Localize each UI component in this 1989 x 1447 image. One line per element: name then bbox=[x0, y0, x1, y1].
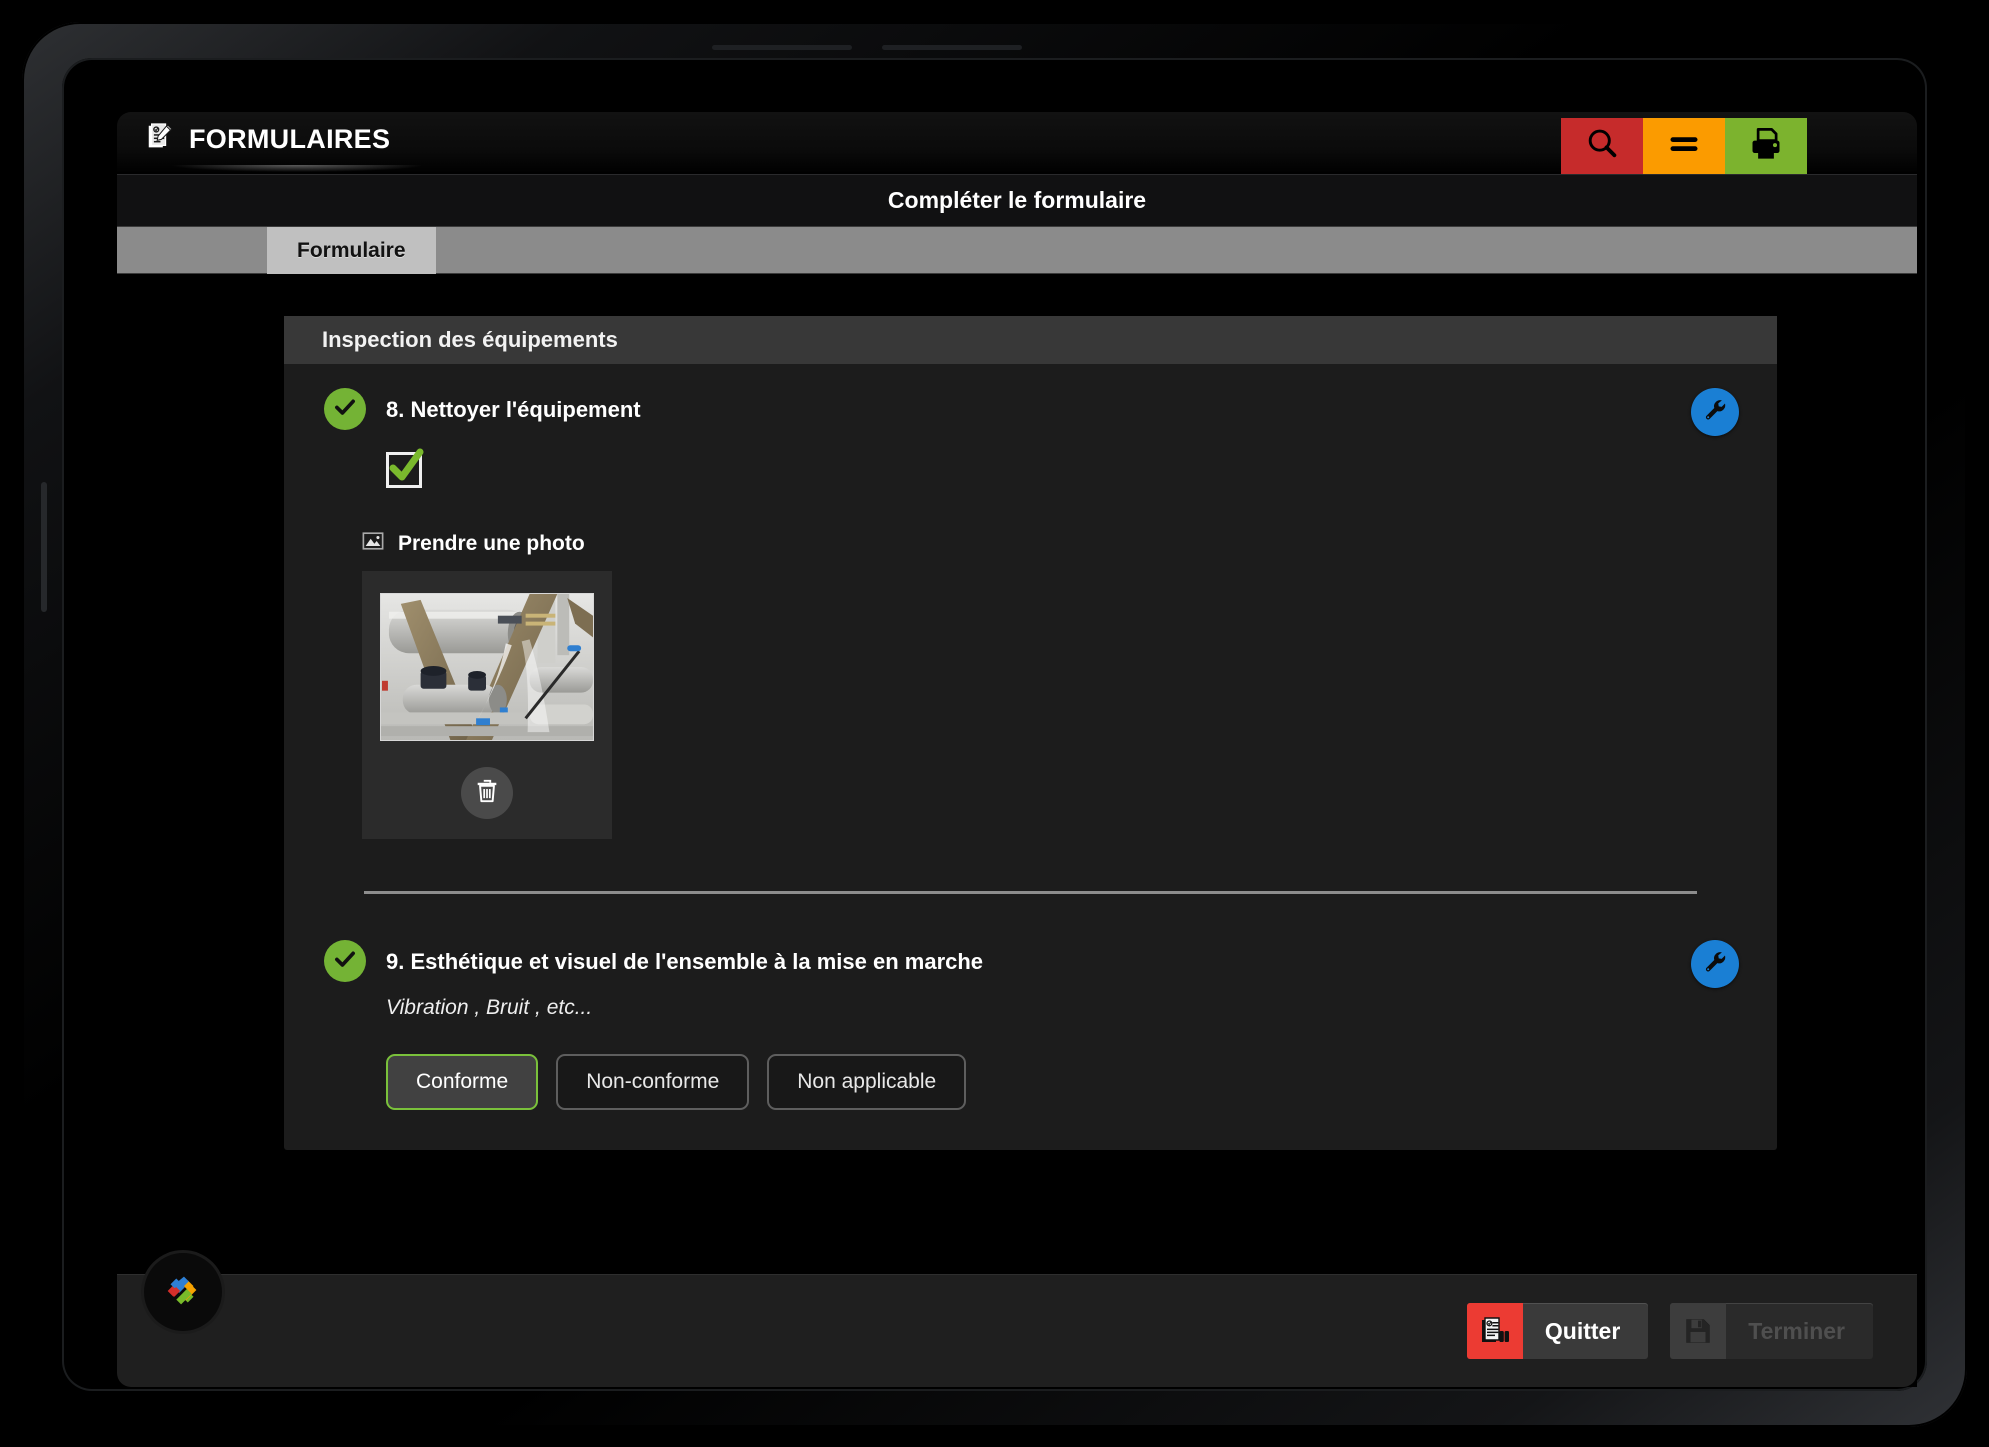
menu-button[interactable] bbox=[1643, 118, 1725, 174]
finish-button-label: Terminer bbox=[1748, 1317, 1845, 1344]
photo-delete-button[interactable] bbox=[461, 767, 513, 819]
choice-non-conforme[interactable]: Non-conforme bbox=[556, 1054, 750, 1110]
choice-conforme-label: Conforme bbox=[416, 1070, 509, 1093]
choice-non-applicable-label: Non applicable bbox=[797, 1070, 937, 1093]
choice-conforme[interactable]: Conforme bbox=[386, 1054, 539, 1110]
form-card: Inspection des équipements 8. Nettoyer l… bbox=[284, 316, 1777, 1150]
image-icon bbox=[362, 530, 384, 557]
app-screen: FORMULAIRES Compléter le formulaire Form… bbox=[117, 112, 1917, 1387]
section-header: Inspection des équipements bbox=[284, 316, 1777, 364]
device-speaker-grille bbox=[712, 45, 852, 50]
question-9-edit-button[interactable] bbox=[1691, 940, 1739, 988]
page-title: Compléter le formulaire bbox=[887, 187, 1147, 213]
app-header: FORMULAIRES bbox=[117, 112, 1917, 175]
tab-formulaire-label: Formulaire bbox=[297, 239, 406, 262]
wrench-icon bbox=[1702, 949, 1728, 980]
choice-non-applicable[interactable]: Non applicable bbox=[767, 1054, 967, 1110]
tab-bar: Formulaire bbox=[117, 226, 1917, 275]
question-block-8: 8. Nettoyer l'équipement Prendre une pho… bbox=[284, 364, 1777, 904]
check-circle-icon bbox=[332, 394, 358, 425]
photo-thumbnail[interactable] bbox=[380, 593, 594, 741]
question-8-title: 8. Nettoyer l'équipement bbox=[386, 397, 641, 422]
search-button[interactable] bbox=[1561, 118, 1643, 174]
tab-formulaire[interactable]: Formulaire bbox=[267, 227, 436, 275]
question-8-edit-button[interactable] bbox=[1691, 388, 1739, 436]
page-title-bar: Compléter le formulaire bbox=[117, 174, 1917, 226]
photo-drop-zone[interactable] bbox=[362, 571, 612, 839]
print-button[interactable] bbox=[1725, 118, 1807, 174]
question-9-header: 9. Esthétique et visuel de l'ensemble à … bbox=[324, 940, 1737, 982]
check-circle-icon bbox=[332, 946, 358, 977]
app-title: FORMULAIRES bbox=[189, 124, 391, 154]
device-speaker-grille bbox=[882, 45, 1022, 50]
section-title: Inspection des équipements bbox=[322, 327, 618, 352]
question-9-status-badge bbox=[324, 940, 366, 982]
quit-button-label: Quitter bbox=[1544, 1317, 1621, 1344]
wrench-icon bbox=[1702, 397, 1728, 428]
trash-icon bbox=[474, 778, 500, 809]
question-9-subtitle: Vibration , Bruit , etc... bbox=[386, 996, 593, 1019]
question-9-choice-group: Conforme Non-conforme Non applicable bbox=[386, 1054, 1737, 1110]
question-8-header: 8. Nettoyer l'équipement bbox=[324, 388, 1737, 430]
form-content-area[interactable]: Inspection des équipements 8. Nettoyer l… bbox=[117, 274, 1917, 1274]
document-exit-icon bbox=[1466, 1303, 1523, 1359]
app-logo-button[interactable] bbox=[144, 1253, 222, 1331]
device-side-button[interactable] bbox=[41, 482, 47, 612]
tablet-device-frame: FORMULAIRES Compléter le formulaire Form… bbox=[22, 22, 1967, 1427]
form-clipboard-icon bbox=[145, 122, 175, 157]
finish-button: Terminer bbox=[1670, 1303, 1873, 1359]
question-block-9: 9. Esthétique et visuel de l'ensemble à … bbox=[284, 904, 1777, 1150]
header-action-bar bbox=[1561, 118, 1807, 174]
bottom-bar: Quitter Terminer bbox=[117, 1253, 1917, 1387]
checkmark-icon bbox=[384, 444, 428, 488]
question-8-photo-field: Prendre une photo bbox=[362, 530, 1737, 839]
photo-field-label: Prendre une photo bbox=[398, 531, 585, 555]
save-floppy-icon bbox=[1670, 1303, 1727, 1359]
search-icon bbox=[1584, 126, 1620, 167]
bottom-action-group: Quitter Terminer bbox=[1466, 1303, 1873, 1359]
menu-icon bbox=[1666, 126, 1702, 167]
quit-button[interactable]: Quitter bbox=[1466, 1303, 1649, 1359]
app-title-group: FORMULAIRES bbox=[145, 122, 390, 157]
question-9-title: 9. Esthétique et visuel de l'ensemble à … bbox=[386, 949, 984, 974]
question-8-status-badge bbox=[324, 388, 366, 430]
choice-non-conforme-label: Non-conforme bbox=[586, 1070, 720, 1093]
question-divider bbox=[364, 891, 1697, 894]
printer-icon bbox=[1748, 126, 1784, 167]
question-8-checkbox[interactable] bbox=[386, 448, 424, 488]
app-logo-icon bbox=[160, 1267, 206, 1318]
photo-label-row: Prendre une photo bbox=[362, 530, 1737, 557]
